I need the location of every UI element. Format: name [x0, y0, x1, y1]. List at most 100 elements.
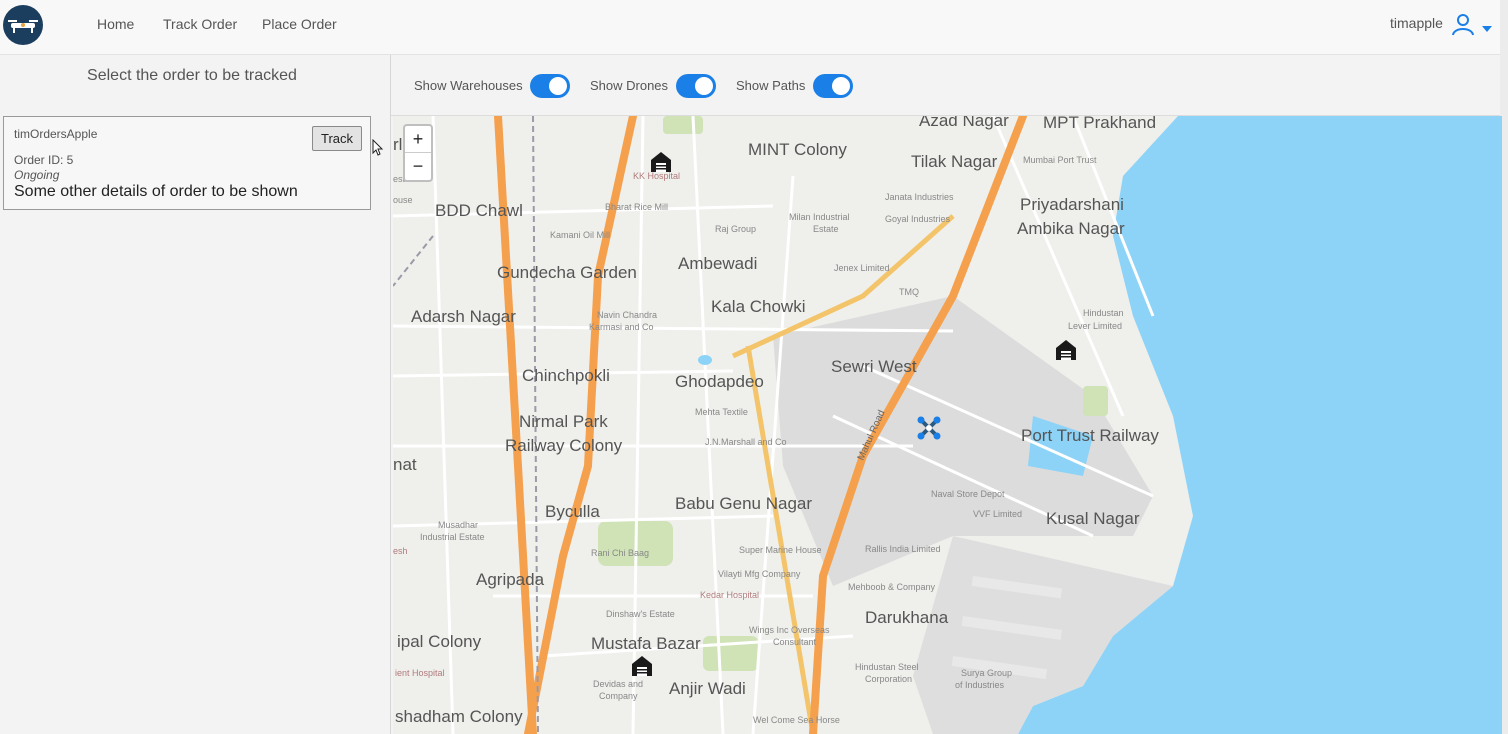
show-paths-toggle[interactable] — [813, 74, 853, 98]
warehouse-icon[interactable] — [1056, 340, 1076, 360]
orders-sidebar: Select the order to be tracked timOrders… — [0, 55, 391, 734]
toggle-knob — [832, 77, 850, 95]
map-label: Byculla — [545, 502, 600, 521]
map-label: Chinchpokli — [522, 366, 610, 385]
map-label: Ambika Nagar — [1017, 219, 1125, 238]
order-card: timOrdersApple Order ID: 5 Ongoing Some … — [3, 116, 371, 210]
map-label: Wings Inc Overseas — [749, 625, 830, 635]
map-label: Kala Chowki — [711, 297, 806, 316]
order-status: Ongoing — [14, 168, 60, 182]
toggle-knob — [549, 77, 567, 95]
map-label: Super Marine House — [739, 545, 822, 555]
mouse-cursor-icon — [372, 138, 384, 162]
map-label: Navin Chandra — [597, 310, 657, 320]
map-label: Rallis India Limited — [865, 544, 941, 554]
map-label: Ghodapdeo — [675, 372, 764, 391]
zoom-in-button[interactable]: + — [405, 126, 431, 153]
map-label: of Industries — [955, 680, 1005, 690]
map-label: shadham Colony — [395, 707, 523, 726]
map-label: Hindustan — [1083, 308, 1124, 318]
map-canvas: Azad Nagar MPT Prakhand Mumbai Port Trus… — [393, 116, 1502, 734]
map-label: Janata Industries — [885, 192, 954, 202]
map-label: rl — [393, 135, 402, 154]
map-label: Adarsh Nagar — [411, 307, 516, 326]
nav-home-link[interactable]: Home — [97, 16, 134, 32]
map-label: Port Trust Railway — [1021, 426, 1159, 445]
map-label: MPT Prakhand — [1043, 116, 1156, 132]
map-label: Lever Limited — [1068, 321, 1122, 331]
map-label: Mehboob & Company — [848, 582, 936, 592]
park-area — [1083, 386, 1108, 416]
map-label: Jenex Limited — [834, 263, 890, 273]
order-id: Order ID: 5 — [14, 153, 74, 167]
map-label: Dinshaw's Estate — [606, 609, 675, 619]
map-label: Corporation — [865, 674, 912, 684]
order-name: timOrdersApple — [14, 127, 98, 141]
map-label: Goyal Industries — [885, 214, 951, 224]
map-label: Railway Colony — [505, 436, 623, 455]
track-button[interactable]: Track — [312, 126, 362, 151]
map-label: Raj Group — [715, 224, 756, 234]
zoom-control: + − — [403, 124, 433, 182]
map-label: esh — [393, 546, 408, 556]
map-label: Sewri West — [831, 357, 917, 376]
map-label: J.N.Marshall and Co — [705, 437, 787, 447]
show-warehouses-toggle[interactable] — [530, 74, 570, 98]
nav-track-order-link[interactable]: Track Order — [163, 16, 237, 32]
map-label: Priyadarshani — [1020, 195, 1124, 214]
map-view[interactable]: Azad Nagar MPT Prakhand Mumbai Port Trus… — [393, 116, 1502, 734]
map-label: BDD Chawl — [435, 201, 523, 220]
show-paths-label: Show Paths — [736, 78, 806, 93]
map-label: Anjir Wadi — [669, 679, 746, 698]
park-area — [663, 116, 703, 134]
map-label: Babu Genu Nagar — [675, 494, 812, 513]
user-icon[interactable] — [1451, 12, 1475, 41]
map-label: ient Hospital — [395, 668, 445, 678]
map-label: Estate — [813, 224, 839, 234]
toggle-knob — [695, 77, 713, 95]
map-label: Darukhana — [865, 608, 949, 627]
username-label[interactable]: timapple — [1390, 15, 1443, 31]
map-label: Mustafa Bazar — [591, 634, 701, 653]
map-label: Wel Come Sea Horse — [753, 715, 840, 725]
map-label: Milan Industrial — [789, 212, 850, 222]
map-label: ouse — [393, 195, 413, 205]
map-label: Devidas and — [593, 679, 643, 689]
map-label: Ambewadi — [678, 254, 757, 273]
map-label: Kamani Oil Mill — [550, 230, 610, 240]
nav-place-order-link[interactable]: Place Order — [262, 16, 337, 32]
show-warehouses-label: Show Warehouses — [414, 78, 523, 93]
railway-line — [393, 235, 434, 287]
map-label: Bharat Rice Mill — [605, 202, 668, 212]
zoom-out-button[interactable]: − — [405, 153, 431, 179]
map-label: MINT Colony — [748, 140, 847, 159]
map-label: Mehta Textile — [695, 407, 748, 417]
map-label: Agripada — [476, 570, 545, 589]
pond — [698, 355, 712, 365]
map-label: Surya Group — [961, 668, 1012, 678]
show-drones-toggle[interactable] — [676, 74, 716, 98]
top-navbar: Home Track Order Place Order timapple — [0, 0, 1508, 55]
map-label: Vilayti Mfg Company — [718, 569, 801, 579]
map-label: Mumbai Port Trust — [1023, 155, 1097, 165]
warehouse-icon[interactable] — [651, 152, 671, 172]
map-label: Rani Chi Baag — [591, 548, 649, 558]
sidebar-title: Select the order to be tracked — [87, 67, 297, 84]
map-label: KK Hospital — [633, 171, 680, 181]
map-label: ipal Colony — [397, 632, 482, 651]
map-label: Hindustan Steel — [855, 662, 919, 672]
chevron-down-icon[interactable] — [1481, 20, 1493, 38]
map-label: nat — [393, 455, 417, 474]
map-label: Kusal Nagar — [1046, 509, 1140, 528]
map-label: Kedar Hospital — [700, 590, 759, 600]
map-label: Consultant — [773, 637, 817, 647]
drone-logo-icon[interactable] — [3, 5, 43, 45]
map-label: Nirmal Park — [519, 412, 608, 431]
map-label: Gundecha Garden — [497, 263, 637, 282]
map-label: Naval Store Depot — [931, 489, 1005, 499]
map-label: Company — [599, 691, 638, 701]
map-label: Industrial Estate — [420, 532, 485, 542]
map-label: Musadhar — [438, 520, 478, 530]
map-label: VVF Limited — [973, 509, 1022, 519]
order-details: Some other details of order to be shown — [14, 183, 298, 200]
